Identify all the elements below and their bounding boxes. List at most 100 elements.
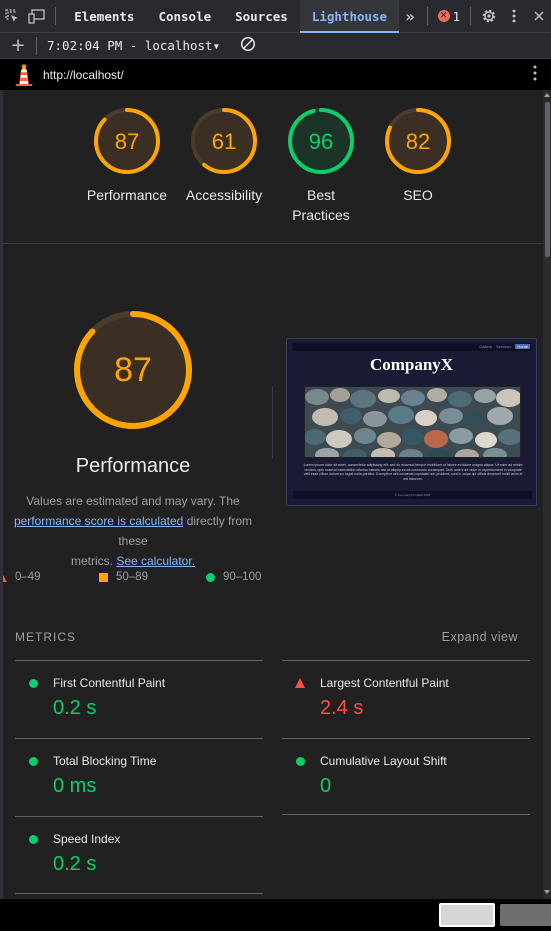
- pass-circle-icon: [29, 757, 38, 766]
- metric-value: 0: [320, 775, 332, 797]
- metric-name: Cumulative Layout Shift: [320, 754, 447, 768]
- metric-name: Largest Contentful Paint: [320, 676, 449, 690]
- metric-name: First Contentful Paint: [53, 676, 166, 690]
- inspect-element-icon[interactable]: [0, 0, 25, 33]
- description-line: metrics. See calculator.: [3, 551, 268, 571]
- gauge-score: 96: [309, 129, 333, 154]
- gauge-score: 87: [115, 129, 139, 154]
- metrics-heading: METRICS: [15, 630, 76, 644]
- section-divider: [3, 243, 543, 244]
- report-select-label: 7:02:04 PM - localhost: [47, 38, 213, 53]
- legend-pass: 90–100: [206, 571, 261, 583]
- tab-console[interactable]: Console: [146, 0, 223, 33]
- error-count-badge[interactable]: ✕ 1: [434, 9, 465, 24]
- metric-divider: [15, 893, 263, 894]
- metric-value: 0 ms: [53, 775, 97, 797]
- gauge-ring: 61: [191, 108, 257, 174]
- lighthouse-report: 87 Performance 61 Accessibility 96 Best …: [3, 90, 543, 899]
- performance-description: Values are estimated and may vary. The p…: [3, 491, 268, 571]
- thumbnail-nav-links: Gallery Services Home: [479, 344, 530, 349]
- report-select[interactable]: 7:02:04 PM - localhost▾: [37, 38, 224, 53]
- kebab-menu-icon[interactable]: [502, 0, 527, 33]
- report-url: http://localhost/: [43, 67, 124, 82]
- gauge-score: 61: [212, 129, 236, 154]
- bottom-strip: [0, 899, 551, 931]
- fail-triangle-icon: [295, 678, 305, 688]
- scroll-up-arrow-icon[interactable]: [544, 93, 550, 97]
- report-menu-icon[interactable]: [533, 65, 537, 86]
- metric-total-blocking-time: Total Blocking Time 0 ms: [15, 738, 263, 816]
- performance-score: 87: [114, 351, 152, 389]
- gauge-performance[interactable]: 87 Performance: [82, 107, 172, 205]
- pass-circle-icon: [29, 835, 38, 844]
- expand-view-toggle[interactable]: Expand view: [442, 630, 518, 644]
- thumbnail-nav-link: Home: [515, 344, 530, 349]
- tab-lighthouse[interactable]: Lighthouse: [299, 0, 400, 33]
- pass-circle-icon: [206, 572, 215, 582]
- gauge-label: Best Practices: [292, 187, 350, 223]
- gauge-ring: 82: [385, 108, 451, 174]
- metric-largest-contentful-paint: Largest Contentful Paint 2.4 s: [282, 660, 530, 738]
- metric-name: Speed Index: [53, 832, 121, 846]
- gauge-label: Accessibility: [185, 187, 263, 203]
- metric-value: 2.4 s: [320, 697, 364, 719]
- scroll-down-arrow-icon[interactable]: [544, 890, 550, 894]
- gauge-ring: 87: [94, 108, 160, 174]
- legend-range: 0–49: [15, 571, 41, 583]
- thumbnail-title: CompanyX: [369, 355, 454, 374]
- gauge-seo[interactable]: 82 SEO: [373, 107, 463, 205]
- description-line: Values are estimated and may vary. The: [26, 494, 240, 508]
- report-scrollbar[interactable]: [543, 90, 551, 899]
- more-tabs-button[interactable]: »: [399, 0, 421, 33]
- tab-sources[interactable]: Sources: [223, 0, 300, 33]
- new-report-button[interactable]: +: [0, 35, 36, 56]
- metric-speed-index: Speed Index 0.2 s: [15, 816, 263, 894]
- gauge-label: Performance: [86, 187, 168, 203]
- toolbar-divider: [426, 7, 428, 25]
- report-url-bar: http://localhost/: [0, 59, 551, 90]
- scrollbar-thumb[interactable]: [545, 102, 550, 257]
- light-swatch-button[interactable]: [439, 903, 495, 927]
- toolbar-divider: [470, 7, 471, 25]
- tab-elements[interactable]: Elements: [62, 0, 146, 33]
- pass-circle-icon: [296, 757, 305, 766]
- performance-gauge-large: 87: [74, 311, 192, 429]
- metric-value: 0.2 s: [53, 697, 97, 719]
- pebbles-image: [304, 386, 521, 458]
- performance-title: Performance: [75, 455, 191, 477]
- final-screenshot-thumbnail[interactable]: Gallery Services Home CompanyX Lorem ips…: [286, 338, 537, 506]
- gauge-best-practices[interactable]: 96 Best Practices: [276, 107, 366, 225]
- close-devtools-icon[interactable]: [526, 0, 551, 33]
- vertical-divider: [272, 386, 273, 458]
- metric-name: Total Blocking Time: [53, 754, 157, 768]
- device-toolbar-icon[interactable]: [25, 0, 50, 33]
- thumbnail-footer: © CompanyX ImplEd 2024: [293, 491, 532, 499]
- gauge-score: 82: [406, 129, 430, 154]
- toolbar-divider: [55, 7, 57, 25]
- legend-average: 50–89: [99, 571, 148, 583]
- chevron-down-icon: ▾: [212, 38, 221, 53]
- gauge-label: SEO: [403, 187, 433, 203]
- settings-gear-icon[interactable]: [477, 0, 502, 33]
- lighthouse-logo-icon: [15, 63, 33, 86]
- metric-cumulative-layout-shift: Cumulative Layout Shift 0: [282, 738, 530, 816]
- thumbnail-nav-link: Gallery: [479, 344, 492, 349]
- legend-range: 50–89: [116, 571, 148, 583]
- thumbnail-nav-link: Services: [495, 344, 512, 349]
- description-line: performance score is calculated directly…: [3, 511, 268, 551]
- metric-value: 0.2 s: [53, 853, 97, 875]
- clear-reports-icon[interactable]: [240, 36, 256, 55]
- devtools-tabbar: Elements Console Sources Lighthouse » ✕ …: [0, 0, 551, 33]
- score-calculated-link[interactable]: performance score is calculated: [14, 514, 183, 528]
- description-text: metrics.: [70, 554, 117, 568]
- gauge-ring: 96: [288, 108, 354, 174]
- legend-range: 90–100: [223, 571, 262, 583]
- metric-divider: [282, 814, 530, 815]
- thumbnail-navbar: Gallery Services Home: [293, 343, 532, 351]
- lighthouse-toolbar: + 7:02:04 PM - localhost▾: [0, 33, 551, 59]
- dark-swatch-button[interactable]: [500, 904, 551, 926]
- see-calculator-link[interactable]: See calculator.: [116, 554, 195, 568]
- pebbles-photo: [305, 387, 520, 457]
- gauge-accessibility[interactable]: 61 Accessibility: [179, 107, 269, 205]
- fail-triangle-icon: [3, 572, 7, 582]
